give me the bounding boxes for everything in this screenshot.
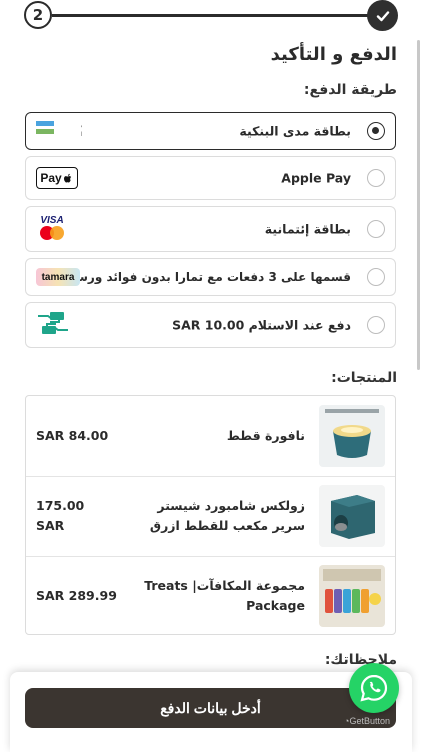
svg-text:مدى: مدى — [81, 120, 82, 129]
product-image-treats-package — [319, 565, 385, 627]
product-name: نافورة قطط — [226, 428, 305, 443]
payment-option-label: دفع عند الاستلام SAR 10.00 — [172, 317, 351, 333]
visa-mastercard-logo: VISA — [36, 212, 68, 246]
getbutton-badge: ◔GetButton — [344, 716, 390, 726]
svg-text:mada: mada — [81, 129, 82, 138]
payment-option-credit-card[interactable]: بطاقة إئتمانية VISA — [25, 206, 396, 252]
product-name: مجموعة المكافآت| Treats Package — [144, 578, 305, 613]
apple-pay-logo-text: Pay — [40, 171, 62, 185]
stepper-line — [52, 14, 368, 17]
tamara-logo: tamara — [36, 268, 80, 286]
payment-option-cash-on-delivery[interactable]: دفع عند الاستلام SAR 10.00 — [25, 302, 396, 348]
payment-option-label: Apple Pay — [281, 170, 351, 186]
radio-credit-card[interactable] — [367, 220, 385, 238]
payment-option-label: قسمها على 3 دفعات مع تمارا بدون فوائد ور… — [59, 270, 351, 284]
checkout-stepper: 2 — [0, 0, 422, 34]
step-indicator-current: 2 — [24, 1, 52, 29]
payment-method-label: طريقة الدفع: — [303, 82, 397, 98]
product-name: زولكس شامبورد شيستر سرير مكعب للقطط ازرق — [149, 498, 305, 533]
payment-option-label: بطاقة مدى البنكية — [239, 123, 351, 139]
apple-pay-logo: Pay — [36, 167, 78, 189]
step-number: 2 — [32, 6, 44, 24]
radio-mada[interactable] — [367, 122, 385, 140]
whatsapp-icon — [360, 674, 388, 702]
cash-on-delivery-icon — [36, 310, 70, 340]
product-image-cat-cube-bed — [319, 485, 385, 547]
enter-payment-details-button[interactable]: أدخل بيانات الدفع — [25, 688, 396, 728]
payment-option-apple-pay[interactable]: Apple Pay Pay — [25, 156, 396, 200]
scrollbar[interactable] — [417, 40, 420, 370]
products-list: نافورة قطط SAR 84.00 زولكس شامبورد شيستر… — [25, 395, 396, 635]
radio-tamara[interactable] — [367, 268, 385, 286]
product-price-currency: SAR — [36, 518, 65, 533]
product-row: نافورة قطط SAR 84.00 — [26, 396, 395, 477]
payment-option-label: بطاقة إئتمانية — [264, 221, 351, 237]
getbutton-text: GetButton — [349, 716, 390, 726]
mada-logo: مدى mada — [36, 119, 106, 143]
svg-text:VISA: VISA — [40, 215, 63, 226]
products-label: المنتجات: — [331, 370, 397, 386]
product-price-amount: 175.00 — [36, 498, 85, 513]
radio-cash-on-delivery[interactable] — [367, 316, 385, 334]
product-row: زولكس شامبورد شيستر سرير مكعب للقطط ازرق… — [26, 476, 395, 557]
product-image-cat-fountain — [319, 405, 385, 467]
product-price: SAR 84.00 — [36, 428, 109, 443]
payment-option-mada[interactable]: بطاقة مدى البنكية مدى mada — [25, 112, 396, 150]
whatsapp-chat-button[interactable] — [349, 663, 399, 713]
product-price: 175.00 SAR — [36, 496, 84, 536]
payment-option-tamara[interactable]: قسمها على 3 دفعات مع تمارا بدون فوائد ور… — [25, 258, 396, 296]
page-title: الدفع و التأكيد — [270, 44, 397, 65]
radio-apple-pay[interactable] — [367, 169, 385, 187]
product-row: مجموعة المكافآت| Treats Package SAR 289.… — [26, 556, 395, 636]
product-price: SAR 289.99 — [36, 588, 117, 603]
step-completed-check-icon — [367, 0, 398, 31]
